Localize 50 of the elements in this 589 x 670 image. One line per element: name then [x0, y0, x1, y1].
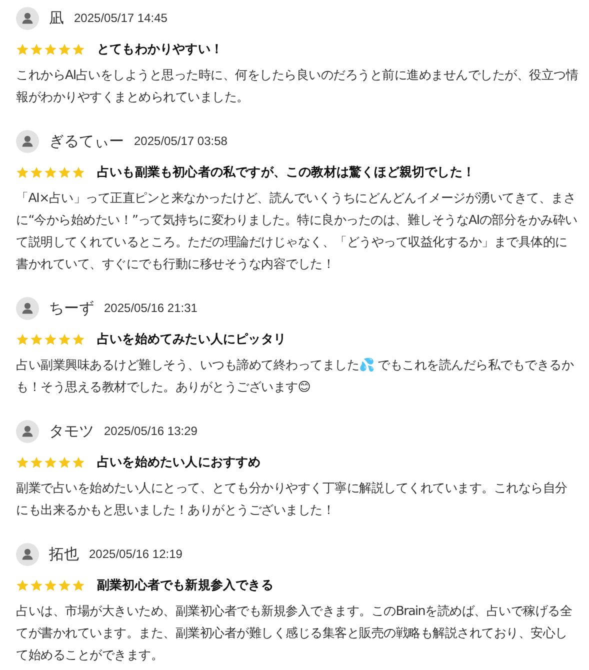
review-text: 占いは、市場が大きいため、副業初心者でも新規参入できます。このBrainを読めば、占いで稼げる全てが書かれています。また、副業初心者が難しく感じる集客と販売の戦略も解説されており、安心して始めることができます。 [16, 602, 574, 664]
star-icon [44, 456, 57, 469]
reviewer-name: 拓也 [49, 544, 79, 564]
reviewer-name: 凪 [49, 8, 64, 28]
review-title: 占いも副業も初心者の私ですが、この教材は驚くほど親切でした！ [97, 164, 476, 181]
review-text: 副業で占いを始めたい人にとって、とても分かりやすく丁寧に解説してくれています。これなら自分にも出来るかもと思いました！ありがとうございました！ [16, 479, 568, 519]
avatar-icon [16, 296, 39, 320]
star-icon [16, 456, 29, 469]
review-date: 2025/05/16 12:19 [89, 547, 182, 561]
star-icon [30, 579, 43, 592]
reviewer-name: ぎるてぃー [49, 132, 124, 150]
star-icon [72, 166, 85, 179]
star-icon [72, 43, 85, 56]
star-icon [16, 333, 29, 346]
review-date: 2025/05/16 21:31 [104, 301, 198, 315]
star-icon [16, 43, 29, 56]
star-icon [58, 579, 71, 592]
star-icon [58, 456, 71, 469]
review-title: 占いを始めたい人におすすめ [97, 454, 261, 471]
review-date: 2025/05/17 14:45 [74, 11, 168, 25]
star-icon [30, 43, 43, 56]
reviewer-name: タモツ [49, 422, 94, 440]
review-text: 占い副業興味あるけど難しそう、いつも諦めて終わってました💦 でもこれを読んだら私でもできるかも！そう思える教材でした。ありがとうございます😊 [16, 356, 575, 396]
star-icon [44, 579, 57, 592]
review-date: 2025/05/17 03:58 [134, 134, 228, 148]
star-icon [30, 166, 43, 179]
review-text: 「AI×占い」って正直ピンと来なかったけど、読んでいくうちにどんどんイメージが湧いてきて、まさに“今から始めたい！”って気持ちに変わりました。特に良かったのは、難しそうなAIの部分をかみ砕いて説明してくれているところ。ただの理論だけじゃなく、「どうやって収益化するか」まで具体的に書かれていて、すぐにでも行動に移せそうな内容でした！ [16, 189, 578, 273]
star-icon [44, 43, 57, 56]
star-icon [30, 333, 43, 346]
review-date: 2025/05/16 13:29 [104, 424, 198, 438]
review-text: これからAI占いをしようと思った時に、何をしたら良いのだろうと前に進めませんでしたが、役立つ情報がわかりやすくまとめられていました。 [16, 66, 579, 106]
review-title: 占いを始めてみたい人にピッタリ [97, 331, 286, 348]
star-icon [16, 579, 29, 592]
review-title: 副業初心者でも新規参入できる [97, 577, 274, 594]
avatar-icon [16, 6, 39, 30]
star-icon [44, 333, 57, 346]
reviewer-name: ちーず [49, 298, 94, 318]
star-icon [72, 579, 85, 592]
star-icon [16, 166, 29, 179]
star-icon [44, 166, 57, 179]
star-icon [30, 456, 43, 469]
avatar-icon [16, 130, 39, 152]
star-icon [58, 43, 71, 56]
review-title: とてもわかりやすい！ [97, 41, 224, 58]
star-icon [72, 456, 85, 469]
star-icon [58, 166, 71, 179]
star-icon [72, 333, 85, 346]
star-icon [58, 333, 71, 346]
avatar-icon [16, 542, 39, 566]
avatar-icon [16, 420, 39, 442]
